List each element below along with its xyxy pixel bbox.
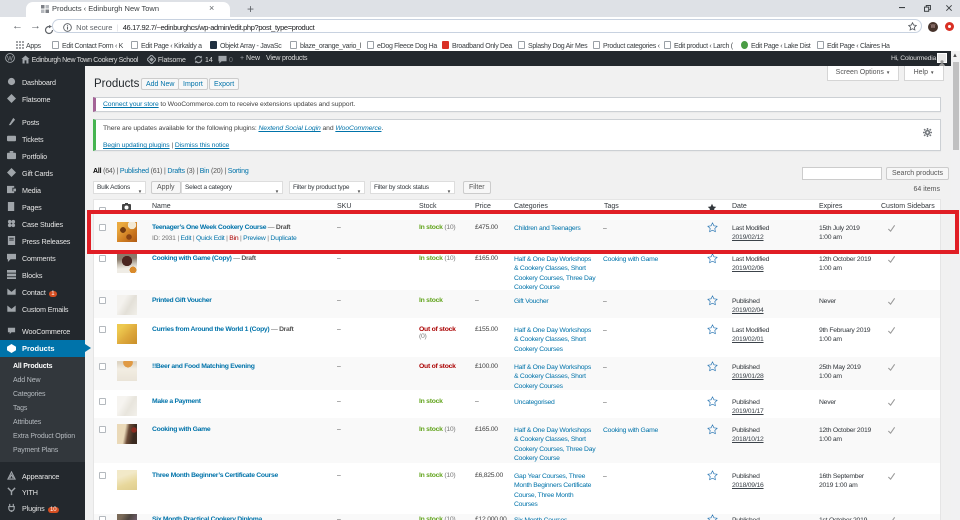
svg-text:W: W [7, 56, 13, 62]
